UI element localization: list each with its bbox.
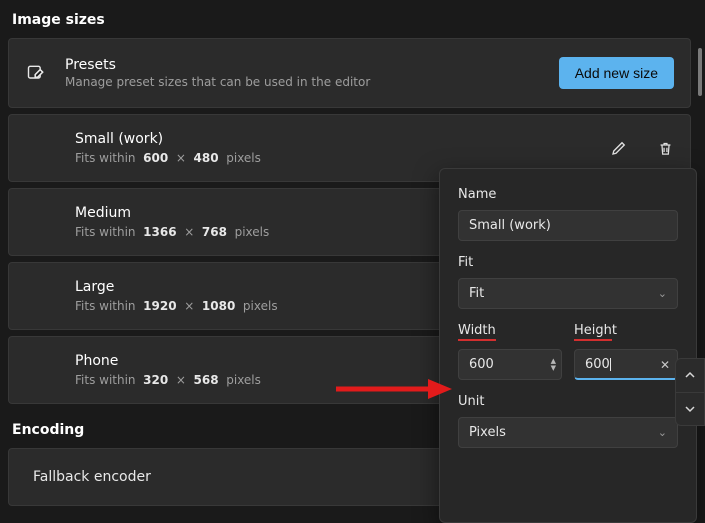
width-input[interactable] bbox=[458, 349, 562, 380]
unit-label: Unit bbox=[458, 394, 678, 409]
delete-icon[interactable] bbox=[656, 139, 674, 157]
presets-icon bbox=[25, 62, 47, 84]
clear-icon[interactable]: ✕ bbox=[660, 358, 670, 372]
name-input[interactable] bbox=[458, 210, 678, 241]
chevron-down-icon: ⌄ bbox=[658, 426, 667, 439]
unit-value: Pixels bbox=[469, 425, 506, 440]
presets-title: Presets bbox=[65, 57, 370, 73]
presets-subtitle: Manage preset sizes that can be used in … bbox=[65, 75, 370, 89]
fallback-encoder-label: Fallback encoder bbox=[33, 469, 151, 485]
fit-value: Fit bbox=[469, 286, 484, 301]
vertical-nav-pill bbox=[675, 358, 705, 426]
section-title-image-sizes: Image sizes bbox=[12, 12, 691, 28]
stepper-icon[interactable]: ▲▼ bbox=[551, 358, 556, 372]
fit-select[interactable]: Fit ⌄ bbox=[458, 278, 678, 309]
chevron-down-icon bbox=[684, 403, 696, 415]
edit-size-panel: Name Fit Fit ⌄ Width ▲▼ Height 600 ✕ bbox=[439, 168, 697, 523]
size-description: Fits within 600 × 480 pixels bbox=[75, 151, 674, 165]
chevron-up-icon bbox=[684, 369, 696, 381]
chevron-down-icon: ⌄ bbox=[658, 287, 667, 300]
add-new-size-button[interactable]: Add new size bbox=[559, 57, 674, 89]
fit-label: Fit bbox=[458, 255, 678, 270]
presets-header-card: Presets Manage preset sizes that can be … bbox=[8, 38, 691, 108]
unit-select[interactable]: Pixels ⌄ bbox=[458, 417, 678, 448]
edit-icon[interactable] bbox=[610, 139, 628, 157]
height-label: Height bbox=[574, 323, 678, 341]
name-label: Name bbox=[458, 187, 678, 202]
size-name: Small (work) bbox=[75, 131, 674, 147]
nav-down-button[interactable] bbox=[676, 393, 704, 426]
nav-up-button[interactable] bbox=[676, 359, 704, 393]
width-label: Width bbox=[458, 323, 562, 341]
scrollbar-thumb[interactable] bbox=[698, 48, 702, 96]
